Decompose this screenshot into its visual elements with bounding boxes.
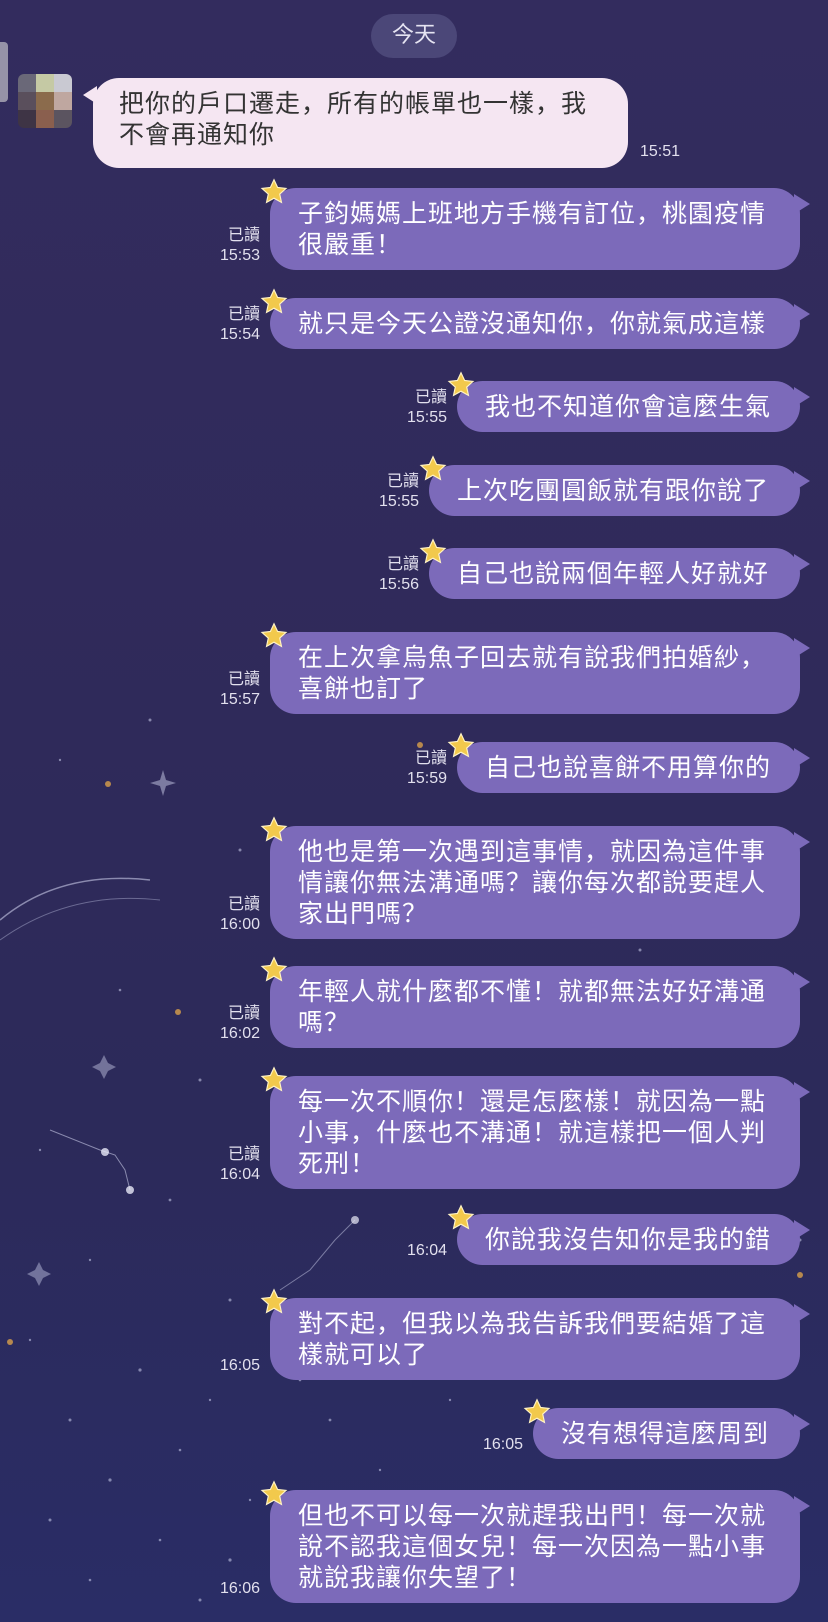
message-time: 15:51 (640, 143, 681, 160)
avatar-edge (0, 42, 8, 102)
message-time: 16:02 (219, 1025, 260, 1042)
read-receipt: 已讀 (227, 896, 260, 913)
message-line: 死刑！ (298, 1149, 377, 1178)
message-time: 16:05 (219, 1357, 260, 1374)
star-icon (419, 455, 447, 483)
message-line: 小事，什麼也不溝通！就這樣把一個人判 (298, 1118, 767, 1147)
message-line: 很嚴重！ (298, 230, 403, 259)
message-meta: 已讀 15:54 (150, 305, 260, 345)
message-line: 家出門嗎？ (298, 899, 429, 928)
outgoing-message-bubble[interactable]: 在上次拿烏魚子回去就有說我們拍婚紗， 喜餅也訂了 (270, 632, 810, 714)
outgoing-message-bubble[interactable]: 你說我沒告知你是我的錯 (457, 1214, 810, 1265)
message-line: 說不認我這個女兒！每一次因為一點小事 (298, 1532, 767, 1561)
message-time: 15:57 (219, 691, 260, 708)
message-line: 他也是第一次遇到這事情，就因為這件事 (298, 837, 767, 866)
message-time: 15:54 (219, 326, 260, 343)
message-time: 16:06 (219, 1580, 260, 1597)
message-time: 16:04 (219, 1166, 260, 1183)
read-receipt: 已讀 (227, 227, 260, 244)
message-line: 沒有想得這麼周到 (561, 1419, 770, 1448)
star-icon (260, 816, 288, 844)
message-line: 上次吃團圓飯就有跟你說了 (457, 476, 770, 505)
message-line: 子鈞媽媽上班地方手機有訂位，桃園疫情 (298, 199, 767, 228)
message-time: 15:53 (219, 247, 260, 264)
star-icon (260, 178, 288, 206)
read-receipt: 已讀 (227, 671, 260, 688)
message-line: 就說我讓你失望了！ (298, 1563, 533, 1592)
message-meta: 已讀 16:04 (150, 1145, 260, 1185)
message-meta: 16:04 (337, 1241, 447, 1261)
star-icon (260, 288, 288, 316)
read-receipt: 已讀 (386, 556, 419, 573)
outgoing-message-bubble[interactable]: 每一次不順你！還是怎麼樣！就因為一點 小事，什麼也不溝通！就這樣把一個人判 死刑！ (270, 1076, 810, 1189)
read-receipt: 已讀 (227, 306, 260, 323)
outgoing-message-bubble[interactable]: 沒有想得這麼周到 (533, 1408, 810, 1459)
star-icon (447, 1204, 475, 1232)
star-icon (447, 371, 475, 399)
message-time: 16:04 (406, 1242, 447, 1259)
message-meta: 已讀 16:02 (150, 1004, 260, 1044)
star-icon (260, 1288, 288, 1316)
message-line: 對不起，但我以為我告訴我們要結婚了這 (298, 1309, 767, 1338)
incoming-message-bubble[interactable]: 把你的戶口遷走，所有的帳單也一樣，我 不會再通知你 (83, 78, 628, 168)
date-separator: 今天 (371, 14, 457, 58)
star-icon (260, 622, 288, 650)
star-icon (260, 956, 288, 984)
message-time: 15:55 (406, 409, 447, 426)
message-line: 年輕人就什麼都不懂！就都無法好好溝通 (298, 977, 767, 1006)
star-icon (419, 538, 447, 566)
message-meta: 16:06 (150, 1579, 260, 1599)
message-time: 16:05 (482, 1436, 523, 1453)
message-line: 喜餅也訂了 (298, 674, 429, 703)
outgoing-message-bubble[interactable]: 自己也說兩個年輕人好就好 (429, 548, 810, 599)
message-line: 每一次不順你！還是怎麼樣！就因為一點 (298, 1087, 767, 1116)
outgoing-message-bubble[interactable]: 子鈞媽媽上班地方手機有訂位，桃園疫情 很嚴重！ (270, 188, 810, 270)
message-meta: 已讀 15:59 (337, 749, 447, 789)
star-icon (447, 732, 475, 760)
message-line: 但也不可以每一次就趕我出門！每一次就 (298, 1501, 767, 1530)
message-line: 情讓你無法溝通嗎？讓你每次都說要趕人 (298, 868, 767, 897)
message-meta: 已讀 15:55 (337, 388, 447, 428)
message-meta: 已讀 15:57 (150, 670, 260, 710)
read-receipt: 已讀 (414, 750, 447, 767)
outgoing-message-bubble[interactable]: 上次吃團圓飯就有跟你說了 (429, 465, 810, 516)
message-line: 自己也說喜餅不用算你的 (485, 753, 772, 782)
message-line: 把你的戶口遷走，所有的帳單也一樣，我 (119, 89, 588, 118)
star-icon (260, 1066, 288, 1094)
read-receipt: 已讀 (414, 389, 447, 406)
read-receipt: 已讀 (386, 473, 419, 490)
message-time: 16:00 (219, 916, 260, 933)
message-time: 15:55 (378, 493, 419, 510)
message-meta: 已讀 15:53 (150, 226, 260, 266)
outgoing-message-bubble[interactable]: 年輕人就什麼都不懂！就都無法好好溝通 嗎？ (270, 966, 810, 1048)
message-line: 你說我沒告知你是我的錯 (485, 1225, 772, 1254)
message-line: 在上次拿烏魚子回去就有說我們拍婚紗， (298, 643, 767, 672)
message-meta: 已讀 16:00 (150, 895, 260, 935)
message-line: 嗎？ (298, 1008, 351, 1037)
message-line: 就只是今天公證沒通知你，你就氣成這樣 (298, 309, 767, 338)
message-meta: 16:05 (150, 1356, 260, 1376)
outgoing-message-bubble[interactable]: 自己也說喜餅不用算你的 (457, 742, 810, 793)
outgoing-message-bubble[interactable]: 但也不可以每一次就趕我出門！每一次就 說不認我這個女兒！每一次因為一點小事 就說我讓… (270, 1490, 810, 1603)
outgoing-message-bubble[interactable]: 我也不知道你會這麼生氣 (457, 381, 810, 432)
message-time: 15:59 (406, 770, 447, 787)
outgoing-message-bubble[interactable]: 就只是今天公證沒通知你，你就氣成這樣 (270, 298, 810, 349)
message-time: 15:56 (378, 576, 419, 593)
message-line: 我也不知道你會這麼生氣 (485, 392, 772, 421)
read-receipt: 已讀 (227, 1146, 260, 1163)
outgoing-message-bubble[interactable]: 對不起，但我以為我告訴我們要結婚了這 樣就可以了 (270, 1298, 810, 1380)
outgoing-message-bubble[interactable]: 他也是第一次遇到這事情，就因為這件事 情讓你無法溝通嗎？讓你每次都說要趕人 家出門嗎… (270, 826, 810, 939)
message-line: 自己也說兩個年輕人好就好 (457, 559, 770, 588)
star-icon (523, 1398, 551, 1426)
message-meta: 16:05 (413, 1435, 523, 1455)
message-line: 不會再通知你 (119, 120, 276, 149)
message-meta: 已讀 15:55 (309, 472, 419, 512)
star-icon (260, 1480, 288, 1508)
message-meta: 已讀 15:56 (309, 555, 419, 595)
sender-avatar[interactable] (18, 74, 72, 128)
message-line: 樣就可以了 (298, 1340, 429, 1369)
read-receipt: 已讀 (227, 1005, 260, 1022)
